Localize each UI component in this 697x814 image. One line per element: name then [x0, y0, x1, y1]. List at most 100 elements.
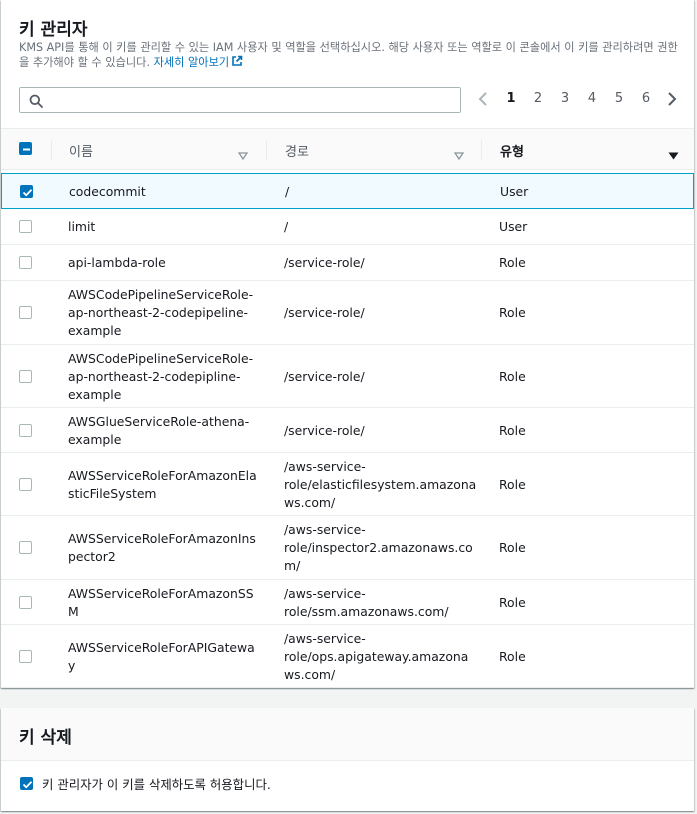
- principal-path-line: /service-role/: [284, 305, 365, 320]
- principal-path-line: /service-role/: [284, 423, 365, 438]
- table-row[interactable]: limit / User: [1, 209, 694, 245]
- principal-path: /aws-service-role/ops.apigateway.amazona…: [284, 630, 468, 684]
- principal-path-line: role/ops.apigateway.amazona: [284, 649, 469, 664]
- principal-type: Role: [499, 649, 526, 664]
- table-row[interactable]: AWSCodePipelineServiceRole-ap-northeast-…: [1, 281, 694, 345]
- principal-name-line: limit: [68, 219, 96, 234]
- principal-path: /service-role/: [284, 368, 365, 386]
- principal-name: AWSServiceRoleForAPIGatewa y: [68, 639, 255, 675]
- table-row[interactable]: AWSServiceRoleForAmazonSS M/aws-service-r…: [1, 580, 694, 625]
- principal-path-line: role/elasticfilesystem.amazona: [284, 477, 477, 492]
- principal-type: User: [499, 219, 528, 234]
- row-checkbox[interactable]: [19, 424, 32, 437]
- principal-path: /service-role/: [284, 304, 365, 322]
- learn-more-label: 자세히 알아보기: [153, 56, 230, 69]
- principal-type: Role: [499, 255, 526, 270]
- row-checkbox[interactable]: [19, 541, 32, 554]
- principal-name-line: ap-northeast-2-codepipeline-: [68, 305, 249, 320]
- row-checkbox[interactable]: [19, 370, 32, 383]
- learn-more-link[interactable]: 자세히 알아보기: [153, 55, 244, 69]
- principal-path-line: /aws-service-: [284, 631, 366, 646]
- principal-name-line: AWSServiceRoleForAmazonEla: [68, 468, 257, 483]
- table-header: 이름 경로 유형: [1, 128, 694, 170]
- principal-path: /aws-service-role/inspector2.amazonaws.c…: [284, 521, 473, 575]
- row-checkbox[interactable]: [19, 650, 32, 663]
- row-checkbox[interactable]: [19, 478, 32, 491]
- search-icon: [29, 93, 43, 112]
- principal-type: User: [500, 184, 529, 199]
- table-row[interactable]: api-lambda-role/service-role/Role: [1, 245, 694, 281]
- principal-name-line: AWSGlueServiceRole-athena-: [68, 414, 250, 429]
- column-header-path[interactable]: 경로: [285, 141, 309, 160]
- column-divider: [51, 140, 52, 160]
- principal-name-line: ap-northeast-2-codepipline-: [68, 369, 241, 384]
- principal-name-line: AWSCodePipelineServiceRole-: [68, 351, 254, 366]
- table-row[interactable]: AWSGlueServiceRole-athena-example/servic…: [1, 408, 694, 453]
- row-checkbox[interactable]: [19, 596, 32, 609]
- principal-name-line: M: [68, 604, 79, 619]
- principal-type: Role: [499, 595, 526, 610]
- principal-path-line: role/inspector2.amazonaws.co: [284, 540, 473, 555]
- sort-caret-down-filled-icon[interactable]: [668, 145, 679, 164]
- principal-path: /service-role/: [284, 422, 365, 440]
- column-divider: [266, 140, 267, 160]
- table-row[interactable]: AWSServiceRoleForAmazonIns pector2/aws-se…: [1, 516, 694, 580]
- table-row[interactable]: AWSCodePipelineServiceRole-ap-northeast-…: [1, 345, 694, 408]
- principal-path-line: ws.com/: [284, 495, 336, 510]
- principal-type: Role: [499, 305, 526, 320]
- select-all-checkbox[interactable]: [19, 142, 32, 155]
- search-input[interactable]: [50, 90, 450, 110]
- previous-page-icon[interactable]: [477, 91, 489, 111]
- table-row[interactable]: codecommit / User: [1, 173, 694, 209]
- next-page-icon[interactable]: [666, 91, 678, 111]
- row-checkbox[interactable]: [19, 256, 32, 269]
- principal-path: /service-role/: [284, 254, 365, 272]
- principal-path-line: /aws-service-: [284, 459, 366, 474]
- principal-name-line: sticFileSystem: [68, 486, 157, 501]
- sort-caret-down-icon[interactable]: [237, 145, 249, 164]
- principal-type: Role: [499, 540, 526, 555]
- column-header-name[interactable]: 이름: [69, 141, 93, 160]
- key-administrators-panel: 키 관리자 KMS API를 통해 이 키를 관리할 수 있는 IAM 사용자 …: [1, 0, 694, 688]
- allow-deletion-label[interactable]: 키 관리자가 이 키를 삭제하도록 허용합니다.: [42, 775, 271, 793]
- page-6[interactable]: 6: [639, 91, 653, 106]
- principal-name-line: AWSServiceRoleForAmazonSS: [68, 586, 254, 601]
- principal-path: /: [285, 183, 289, 201]
- page-3[interactable]: 3: [558, 91, 572, 106]
- page-2[interactable]: 2: [531, 91, 545, 106]
- principal-name-line: AWSServiceRoleForAmazonIns: [68, 531, 256, 546]
- table-row[interactable]: AWSServiceRoleForAmazonEla sticFileSystem…: [1, 453, 694, 516]
- principal-path-line: /: [284, 219, 289, 234]
- principal-path-line: /aws-service-: [284, 586, 366, 601]
- principal-path: /: [284, 218, 288, 236]
- table-row[interactable]: AWSServiceRoleForAPIGatewa y/aws-service-…: [1, 625, 694, 688]
- principal-name-line: pector2: [68, 549, 116, 564]
- panel-title: 키 관리자: [19, 20, 88, 40]
- allow-deletion-checkbox[interactable]: [20, 777, 33, 790]
- principal-type: Role: [499, 423, 526, 438]
- row-checkbox[interactable]: [19, 306, 32, 319]
- page-5[interactable]: 5: [612, 91, 626, 106]
- principal-name-line: codecommit: [69, 184, 146, 199]
- principal-name: AWSCodePipelineServiceRole-ap-northeast-…: [68, 350, 253, 404]
- row-checkbox[interactable]: [20, 185, 33, 198]
- principal-path: /aws-service-role/elasticfilesystem.amaz…: [284, 458, 476, 512]
- description-text: KMS API를 통해 이 키를 관리할 수 있는 IAM 사용자 및 역할을 …: [19, 41, 678, 69]
- principal-path: /aws-service-role/ssm.amazonaws.com/: [284, 585, 449, 621]
- panel-description: KMS API를 통해 이 키를 관리할 수 있는 IAM 사용자 및 역할을 …: [19, 40, 679, 71]
- principal-name-line: example: [68, 432, 122, 447]
- column-header-type[interactable]: 유형: [500, 141, 524, 160]
- row-checkbox[interactable]: [19, 220, 32, 233]
- sort-caret-down-icon[interactable]: [453, 145, 465, 164]
- principal-name: codecommit: [69, 183, 146, 201]
- principal-path-line: ws.com/: [284, 667, 336, 682]
- principal-type: Role: [499, 369, 526, 384]
- principal-name: AWSServiceRoleForAmazonSS M: [68, 585, 254, 621]
- deletion-title: 키 삭제: [19, 728, 72, 748]
- principal-path-line: /: [285, 184, 290, 199]
- page-1[interactable]: 1: [504, 91, 518, 106]
- principal-path-line: /service-role/: [284, 369, 365, 384]
- search-box[interactable]: [19, 87, 461, 113]
- principal-name: AWSGlueServiceRole-athena-example: [68, 413, 249, 449]
- page-4[interactable]: 4: [585, 91, 599, 106]
